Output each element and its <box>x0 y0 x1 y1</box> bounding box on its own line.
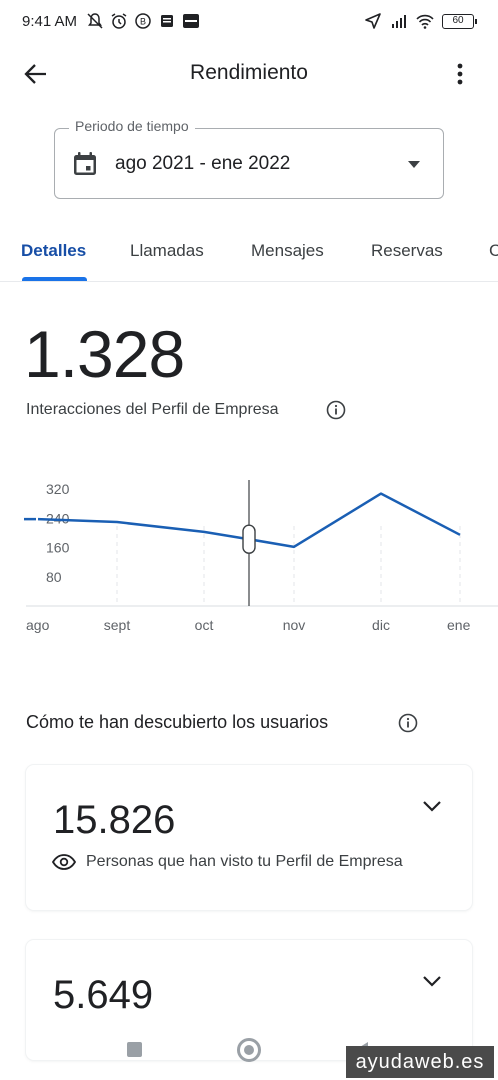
discovery-heading: Cómo te han descubierto los usuarios <box>26 712 329 732</box>
tab-bar: Detalles Llamadas Mensajes Reservas C <box>0 232 498 282</box>
profile-views-label: Personas que han visto tu Perfil de Empr… <box>86 853 403 870</box>
info-icon[interactable] <box>398 713 418 733</box>
home-button[interactable] <box>237 1038 261 1062</box>
tab-overflow[interactable]: C <box>489 241 498 261</box>
svg-text:B: B <box>140 17 146 27</box>
second-metric-value: 5.649 <box>53 973 154 1017</box>
app-bar: Rendimiento <box>0 44 498 102</box>
wifi-icon <box>416 14 434 29</box>
page-title: Rendimiento <box>190 61 308 84</box>
profile-views-value: 15.826 <box>53 798 176 842</box>
period-selector[interactable]: Periodo de tiempo ago 2021 - ene 2022 <box>54 118 444 199</box>
x-tick-label: ene <box>447 617 471 633</box>
alarm-icon <box>111 13 127 29</box>
calendar-icon <box>74 152 96 175</box>
dropdown-arrow-icon <box>408 161 420 168</box>
interactions-total: 1.328 <box>24 317 185 391</box>
x-tick-label: dic <box>372 617 390 633</box>
chevron-down-icon[interactable] <box>422 974 442 988</box>
x-tick-label: sept <box>104 617 131 633</box>
period-value: ago 2021 - ene 2022 <box>115 153 291 174</box>
chart-cursor-handle <box>242 524 256 554</box>
muted-bell-icon <box>87 13 103 29</box>
more-options-icon[interactable] <box>446 60 474 88</box>
battery-icon: 60 <box>442 13 477 29</box>
interactions-line-chart[interactable]: 32024016080ago sept oct nov dic ene <box>0 460 498 645</box>
tab-llamadas[interactable]: Llamadas <box>130 241 204 261</box>
home-dot <box>244 1045 254 1055</box>
x-tick-label: oct <box>195 617 214 633</box>
b-badge-icon: B <box>135 13 151 29</box>
active-tab-indicator <box>22 277 87 281</box>
interactions-label: Interacciones del Perfil de Empresa <box>26 401 279 418</box>
period-label: Periodo de tiempo <box>69 118 195 134</box>
signal-icon <box>392 15 406 28</box>
recent-apps-button[interactable] <box>127 1042 142 1057</box>
y-tick-label: 160 <box>46 540 70 556</box>
chevron-down-icon[interactable] <box>422 799 442 813</box>
profile-views-card[interactable]: 15.826 Personas que han visto tu Perfil … <box>26 765 472 910</box>
x-tick-label: ago <box>26 617 50 633</box>
y-tick-label: 80 <box>46 569 62 585</box>
x-tick-label: nov <box>283 617 306 633</box>
tab-reservas[interactable]: Reservas <box>371 241 443 261</box>
eye-icon <box>52 854 76 870</box>
news-icon <box>161 15 173 27</box>
y-tick-label: 320 <box>46 481 70 497</box>
system-icons: 60 <box>364 12 477 30</box>
notification-icons: B <box>86 12 200 30</box>
status-bar: 9:41 AM B 60 <box>0 0 498 44</box>
tab-detalles[interactable]: Detalles <box>21 241 86 261</box>
status-time: 9:41 AM <box>22 13 78 30</box>
profile-views-caption: Personas que han visto tu Perfil de Empr… <box>52 853 403 871</box>
info-icon[interactable] <box>326 400 346 420</box>
tab-mensajes[interactable]: Mensajes <box>251 241 324 261</box>
ebay-icon <box>183 14 199 28</box>
location-arrow-icon <box>365 13 381 29</box>
watermark: ayudaweb.es <box>346 1046 494 1078</box>
